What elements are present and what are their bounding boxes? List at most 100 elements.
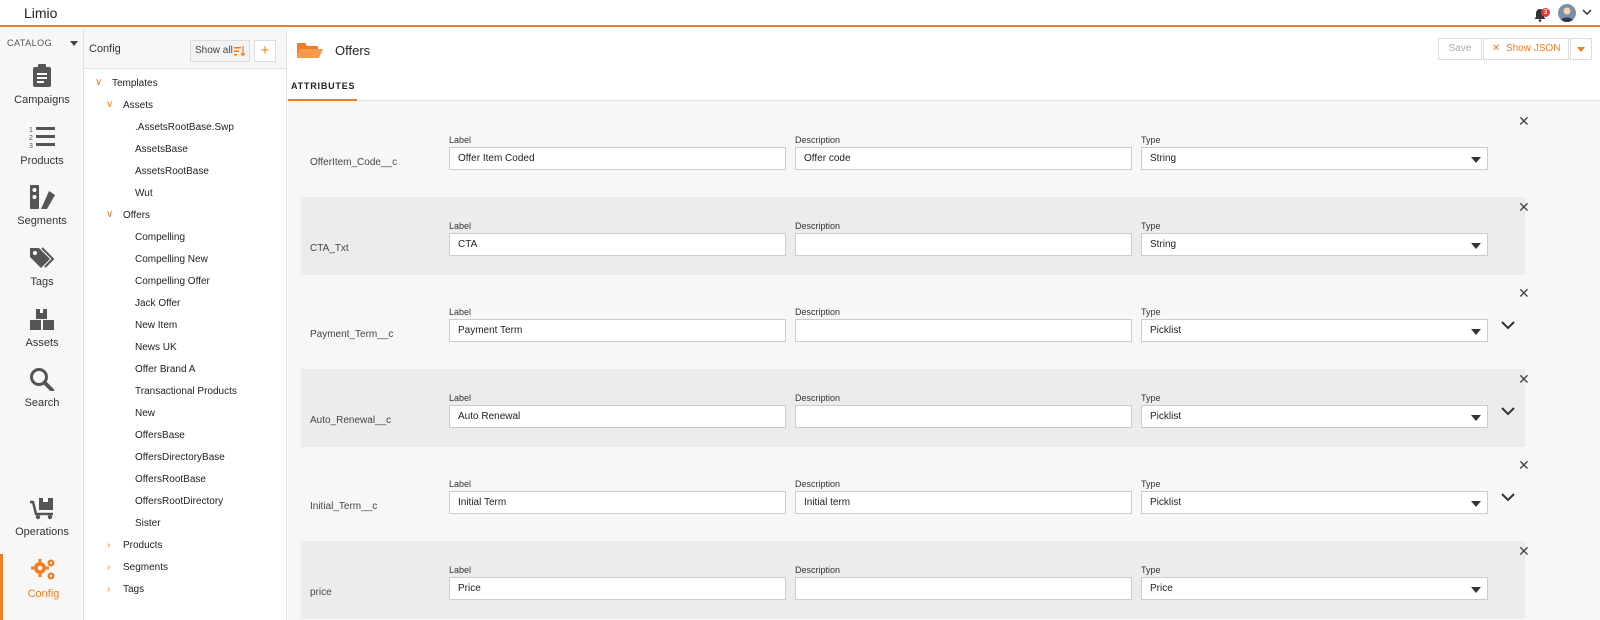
remove-attribute-icon[interactable]: ✕	[1518, 543, 1530, 560]
label-field-label: Label	[449, 221, 472, 231]
type-select[interactable]: String	[1141, 147, 1488, 170]
label-input[interactable]: Initial Term	[449, 491, 786, 514]
add-button[interactable]: +	[254, 40, 276, 62]
expand-chevron-icon[interactable]	[1501, 492, 1515, 502]
label-field-label: Label	[449, 307, 472, 317]
caret-down-icon[interactable]	[70, 41, 78, 46]
tree-leaf[interactable]: New	[135, 408, 155, 419]
nav-operations[interactable]: Operations	[0, 496, 84, 554]
chevron-right-icon[interactable]: ›	[107, 540, 110, 551]
tree-leaf[interactable]: OffersBase	[135, 430, 185, 441]
tree-node-tags[interactable]: Tags	[123, 584, 144, 595]
remove-attribute-icon[interactable]: ✕	[1518, 285, 1530, 302]
chevron-down-icon[interactable]: ∨	[106, 209, 113, 220]
tree-node-templates[interactable]: Templates	[112, 78, 158, 89]
description-input[interactable]	[795, 405, 1132, 428]
type-field-label: Type	[1141, 479, 1161, 489]
tree-node-offers[interactable]: Offers	[123, 210, 150, 221]
tree-leaf[interactable]: Transactional Products	[135, 386, 237, 397]
chevron-down-icon[interactable]: ∨	[106, 99, 113, 110]
tree-node-products[interactable]: Products	[123, 540, 162, 551]
description-input[interactable]	[795, 319, 1132, 342]
type-select[interactable]: Picklist	[1141, 319, 1488, 342]
save-button[interactable]: Save	[1438, 38, 1482, 60]
description-field-label: Description	[795, 221, 841, 231]
attribute-name: price	[310, 587, 332, 598]
type-select[interactable]: Price	[1141, 577, 1488, 600]
expand-chevron-icon[interactable]	[1501, 320, 1515, 330]
tree-leaf[interactable]: OffersRootDirectory	[135, 496, 223, 507]
tree-leaf[interactable]: Compelling	[135, 232, 185, 243]
tree-leaf[interactable]: Compelling New	[135, 254, 208, 265]
chevron-down-icon[interactable]	[1582, 8, 1592, 16]
type-value: Picklist	[1150, 497, 1182, 508]
caret-down-icon	[1577, 47, 1585, 52]
assets-icon	[30, 309, 54, 330]
nav-search[interactable]: Search	[0, 367, 84, 425]
caret-down-icon	[1471, 243, 1481, 249]
description-input[interactable]: Offer code	[795, 147, 1132, 170]
attribute-row: ✕ Auto_Renewal__c Label Auto Renewal Des…	[301, 369, 1530, 447]
label-input[interactable]: Auto Renewal	[449, 405, 786, 428]
remove-attribute-icon[interactable]: ✕	[1518, 457, 1530, 474]
search-icon	[30, 368, 54, 391]
tree-leaf[interactable]: AssetsRootBase	[135, 166, 209, 177]
caret-down-icon	[1471, 415, 1481, 421]
nav-segments[interactable]: Segments	[0, 185, 84, 243]
tree-leaf[interactable]: New Item	[135, 320, 177, 331]
label-input[interactable]: CTA	[449, 233, 786, 256]
tree-node-assets[interactable]: Assets	[123, 100, 153, 111]
description-field-label: Description	[795, 307, 841, 317]
operations-icon	[30, 498, 53, 520]
tree-leaf[interactable]: OffersDirectoryBase	[135, 452, 225, 463]
show-all-button[interactable]: Show all	[190, 40, 250, 62]
tree-leaf[interactable]: Wut	[135, 188, 153, 199]
label-input[interactable]: Price	[449, 577, 786, 600]
tree-leaf[interactable]: Jack Offer	[135, 298, 180, 309]
chevron-right-icon[interactable]: ›	[107, 562, 110, 573]
tree-leaf[interactable]: News UK	[135, 342, 177, 353]
tree-node-segments[interactable]: Segments	[123, 562, 168, 573]
type-select[interactable]: String	[1141, 233, 1488, 256]
catalog-selector[interactable]: CATALOG	[7, 38, 52, 48]
nav-products[interactable]: 123 Products	[0, 125, 84, 183]
label-input[interactable]: Payment Term	[449, 319, 786, 342]
tab-attributes[interactable]: ATTRIBUTES	[288, 72, 357, 101]
type-select[interactable]: Picklist	[1141, 491, 1488, 514]
nav-config[interactable]: Config	[0, 554, 84, 620]
tree-leaf[interactable]: OffersRootBase	[135, 474, 206, 485]
nav-label: Assets	[25, 337, 59, 349]
nav-assets[interactable]: Assets	[0, 307, 84, 365]
nav-campaigns[interactable]: Campaigns	[0, 64, 84, 122]
remove-attribute-icon[interactable]: ✕	[1518, 199, 1530, 216]
show-json-button[interactable]: ✕ Show JSON	[1483, 38, 1569, 60]
remove-attribute-icon[interactable]: ✕	[1518, 371, 1530, 388]
main-panel: Offers Save ✕ Show JSON ATTRIBUTES ✕ Off…	[288, 29, 1600, 620]
description-input[interactable]	[795, 577, 1132, 600]
show-json-label: Show JSON	[1505, 43, 1561, 54]
type-field-label: Type	[1141, 565, 1161, 575]
expand-chevron-icon[interactable]	[1501, 406, 1515, 416]
label-input[interactable]: Offer Item Coded	[449, 147, 786, 170]
avatar[interactable]	[1558, 4, 1576, 22]
type-select[interactable]: Picklist	[1141, 405, 1488, 428]
remove-attribute-icon[interactable]: ✕	[1518, 113, 1530, 130]
chevron-right-icon[interactable]: ›	[107, 584, 110, 595]
nav-label: Config	[27, 588, 60, 600]
attribute-name: OfferItem_Code__c	[310, 157, 398, 168]
nav-label: Tags	[30, 276, 54, 288]
nav-tags[interactable]: Tags	[0, 246, 84, 304]
gears-icon	[30, 559, 54, 580]
nav-label: Products	[20, 155, 64, 167]
tree-leaf[interactable]: .AssetsRootBase.Swp	[135, 122, 234, 133]
tree-leaf[interactable]: Compelling Offer	[135, 276, 210, 287]
show-json-dropdown-button[interactable]	[1570, 38, 1592, 60]
tree-leaf[interactable]: Offer Brand A	[135, 364, 195, 375]
description-input[interactable]: Initial term	[795, 491, 1132, 514]
chevron-down-icon[interactable]: ∨	[95, 77, 102, 88]
tree-leaf[interactable]: Sister	[135, 518, 161, 529]
nav-label: Campaigns	[14, 94, 70, 106]
tree-leaf[interactable]: AssetsBase	[135, 144, 188, 155]
sort-icon	[234, 46, 245, 56]
description-input[interactable]	[795, 233, 1132, 256]
